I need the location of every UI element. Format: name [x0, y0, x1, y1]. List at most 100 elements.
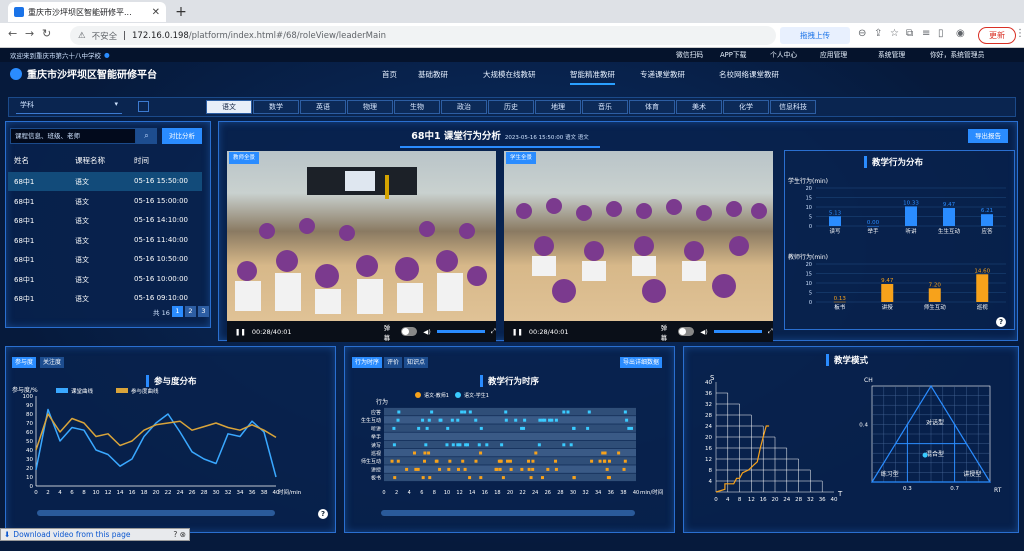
volume-icon[interactable]: ◀) [423, 328, 431, 336]
legend-label: 参与度曲线 [131, 387, 159, 395]
participation-scrollbar[interactable] [37, 510, 275, 516]
subject-tab[interactable]: 语文 [206, 100, 252, 114]
tab-participation[interactable]: 参与度 [12, 357, 37, 368]
compare-button[interactable]: 对比分析 [162, 128, 202, 144]
browser-tab[interactable]: 重庆市沙坪坝区智能研修平... ✕ [8, 2, 166, 22]
upload-button[interactable]: 拖拽上传 [780, 27, 850, 44]
nav-network[interactable]: 名校网络课堂教研 [719, 69, 779, 80]
volume-slider[interactable] [713, 330, 762, 333]
subject-tab[interactable]: 体育 [629, 100, 675, 114]
page-1[interactable]: 1 [172, 306, 183, 317]
export-report-button[interactable]: 导出报告 [968, 129, 1008, 143]
tab-behavior-sequence[interactable]: 行为时序 [352, 357, 383, 368]
teacher-video[interactable] [227, 151, 496, 342]
menu-app-download[interactable]: APP下载 [720, 49, 746, 59]
tab-title: 重庆市沙坪坝区智能研修平... [28, 7, 132, 17]
user-greeting[interactable]: 你好，系统管理员 [930, 49, 984, 59]
subject-tab[interactable]: 信息科技 [770, 100, 816, 114]
table-row[interactable]: 68中1 语文 05-16 10:00:00 [8, 270, 202, 289]
student-video-controls: ❚❚ 00:28/40:01 弹幕 ◀) ⤢ [504, 321, 773, 342]
subject-tab[interactable]: 地理 [535, 100, 581, 114]
table-row[interactable]: 68中1 语文 05-16 15:50:00 [8, 172, 202, 191]
fullscreen-icon[interactable]: ⤢ [491, 327, 496, 336]
table-cell: 68中1 [14, 256, 35, 264]
timeline-mark [456, 467, 460, 471]
nav-home[interactable]: 首页 [382, 69, 397, 80]
more-icon[interactable]: ⋮ [1015, 28, 1024, 39]
table-row[interactable]: 68中1 语文 05-16 15:00:00 [8, 192, 202, 211]
close-tab-icon[interactable]: ✕ [152, 7, 160, 18]
profile-icon[interactable]: ◉ [956, 28, 965, 39]
subject-tab[interactable]: 物理 [347, 100, 393, 114]
rt-ylabel: CH [864, 377, 873, 384]
student-video-tag: 学生全景 [506, 152, 536, 164]
site-favicon-icon [14, 7, 24, 17]
tab-knowledge[interactable]: 知识点 [404, 357, 429, 368]
xtick: 0 [34, 490, 38, 496]
nav-dedicated[interactable]: 专递课堂教研 [640, 69, 685, 80]
menu-list-icon[interactable]: ≡ [922, 28, 930, 39]
url-bar[interactable]: ⚠ 不安全 | 172.16.0.198/platform/index.html… [70, 26, 776, 45]
pause-icon[interactable]: ❚❚ [235, 328, 246, 336]
nav-precise[interactable]: 智能精准教研 [570, 69, 615, 85]
timeline-mark [474, 459, 478, 463]
reload-icon[interactable]: ↻ [42, 27, 51, 40]
table-row[interactable]: 68中1 语文 05-16 11:40:00 [8, 231, 202, 250]
st-xtick: 4 [726, 497, 730, 503]
subject-tab[interactable]: 生物 [394, 100, 440, 114]
st-ytick: 24 [705, 424, 712, 430]
volume-icon[interactable]: ◀) [700, 328, 708, 336]
share-icon[interactable]: ⇪ [874, 28, 882, 39]
export-detail-button[interactable]: 导出详细数据 [620, 357, 663, 368]
fullscreen-icon[interactable]: ⤢ [768, 327, 773, 336]
lesson-search-input[interactable]: 课程信息、班级、老师 [10, 128, 136, 144]
zoom-icon[interactable]: ⊖ [858, 28, 866, 39]
back-icon[interactable]: ← [8, 27, 17, 40]
subject-tab[interactable]: 化学 [723, 100, 769, 114]
page-2[interactable]: 2 [185, 306, 196, 317]
teacher-chart-bar [833, 301, 846, 303]
student-video[interactable] [504, 151, 773, 342]
tab-attention[interactable]: 关注度 [40, 357, 65, 368]
student-chart-data-label: 0.00 [867, 220, 880, 226]
table-row[interactable]: 68中1 语文 05-16 10:50:00 [8, 250, 202, 269]
nav-online[interactable]: 大规模在线教研 [483, 69, 536, 80]
subject-tab[interactable]: 美术 [676, 100, 722, 114]
menu-app-manage[interactable]: 应用管理 [820, 49, 847, 59]
timeline-scrollbar[interactable] [381, 510, 635, 516]
bookmark-star-icon[interactable]: ☆ [890, 28, 899, 39]
subject-select[interactable]: 学科 ▾ [16, 100, 122, 114]
tab-evaluation[interactable]: 评价 [384, 357, 403, 368]
page-3[interactable]: 3 [198, 306, 209, 317]
pause-icon[interactable]: ❚❚ [512, 328, 523, 336]
timeline-mark [607, 476, 611, 480]
subject-tab[interactable]: 数学 [253, 100, 299, 114]
table-cell: 05-16 15:50:00 [134, 177, 189, 185]
ytick: 20 [26, 466, 33, 472]
volume-slider[interactable] [436, 330, 485, 333]
help-icon[interactable]: ? [318, 509, 328, 519]
help-icon[interactable]: ? [996, 317, 1006, 327]
subject-tab[interactable]: 音乐 [582, 100, 628, 114]
calendar-icon[interactable] [138, 101, 149, 112]
subject-tab[interactable]: 历史 [488, 100, 534, 114]
extensions-icon[interactable]: ⧉ [906, 28, 913, 39]
menu-wechat[interactable]: 微信扫码 [676, 49, 703, 59]
sidebar-icon[interactable]: ▯ [938, 28, 944, 39]
table-row[interactable]: 68中1 语文 05-16 14:10:00 [8, 211, 202, 230]
timeline-row-label: 应答 [371, 409, 381, 416]
nav-basic[interactable]: 基础教研 [418, 69, 448, 80]
danmu-toggle[interactable] [678, 327, 695, 336]
new-tab-button[interactable]: + [172, 3, 190, 21]
menu-system-manage[interactable]: 系统管理 [878, 49, 905, 59]
behavior-dist-title: 教学行为分布 [864, 156, 923, 168]
danmu-toggle[interactable] [401, 327, 418, 336]
forward-icon[interactable]: → [25, 27, 34, 40]
download-video-bar[interactable]: ⬇ Download video from this page ? ⊗ [0, 528, 190, 541]
subject-tab[interactable]: 英语 [300, 100, 346, 114]
help-icon[interactable]: ? ⊗ [173, 530, 189, 539]
search-icon[interactable]: ⌕ [136, 128, 157, 144]
update-button[interactable]: 更新 [978, 27, 1016, 44]
subject-tab[interactable]: 政治 [441, 100, 487, 114]
menu-profile[interactable]: 个人中心 [770, 49, 797, 59]
